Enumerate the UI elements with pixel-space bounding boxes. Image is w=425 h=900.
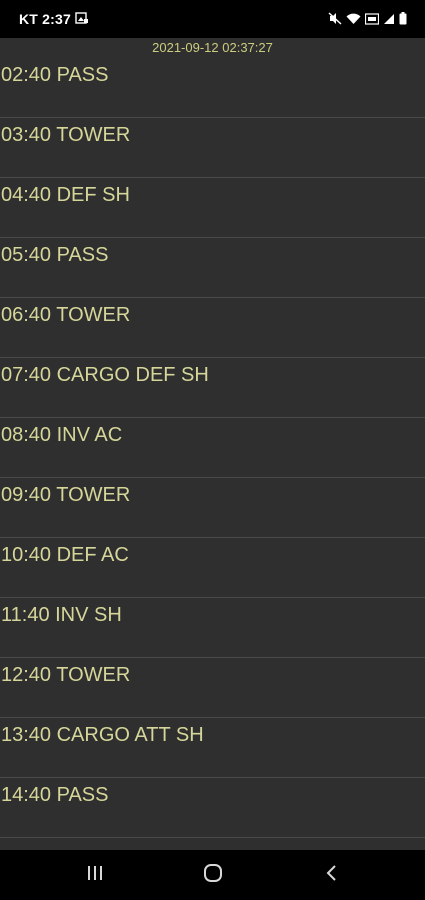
list-item[interactable]: 12:40 TOWER <box>0 658 425 718</box>
list-item[interactable]: 08:40 INV AC <box>0 418 425 478</box>
home-button[interactable] <box>183 850 243 900</box>
list-item-label: 05:40 PASS <box>1 244 109 266</box>
status-icons <box>328 12 407 25</box>
list-item[interactable]: 10:40 DEF AC <box>0 538 425 598</box>
list-item[interactable]: 06:40 TOWER <box>0 298 425 358</box>
lte-icon <box>365 12 379 25</box>
current-timestamp: 2021-09-12 02:37:27 <box>152 40 273 55</box>
list-item-label: 11:40 INV SH <box>1 604 122 626</box>
list-item[interactable]: 04:40 DEF SH <box>0 178 425 238</box>
list-item-label: 09:40 TOWER <box>1 484 131 506</box>
list-item-label: 07:40 CARGO DEF SH <box>1 364 209 386</box>
list-item-label: 12:40 TOWER <box>1 664 131 686</box>
screenshot-icon <box>75 11 89 27</box>
list-item-label: 13:40 CARGO ATT SH <box>1 724 204 746</box>
signal-icon <box>383 13 395 25</box>
navigation-bar <box>0 850 425 900</box>
list-item-label: 06:40 TOWER <box>1 304 131 326</box>
home-icon <box>203 863 223 888</box>
list-item[interactable]: 05:40 PASS <box>0 238 425 298</box>
list-item-label: 03:40 TOWER <box>1 124 131 146</box>
status-time: KT 2:37 <box>19 11 71 27</box>
list-item-label: 10:40 DEF AC <box>1 544 129 566</box>
list-item[interactable]: 11:40 INV SH <box>0 598 425 658</box>
back-button[interactable] <box>302 850 362 900</box>
recent-apps-icon <box>86 865 104 886</box>
list-item-label: 02:40 PASS <box>1 64 109 86</box>
schedule-screen: 2021-09-12 02:37:27 02:40 PASS 03:40 TOW… <box>0 38 425 850</box>
status-left: KT 2:37 <box>19 11 89 27</box>
list-item[interactable]: 03:40 TOWER <box>0 118 425 178</box>
battery-icon <box>399 12 407 25</box>
schedule-list[interactable]: 02:40 PASS 03:40 TOWER 04:40 DEF SH 05:4… <box>0 58 425 838</box>
list-item-label: 08:40 INV AC <box>1 424 123 446</box>
list-item[interactable]: 02:40 PASS <box>0 58 425 118</box>
list-item[interactable]: 07:40 CARGO DEF SH <box>0 358 425 418</box>
mute-icon <box>328 12 342 25</box>
list-item[interactable]: 13:40 CARGO ATT SH <box>0 718 425 778</box>
list-item-label: 04:40 DEF SH <box>1 184 130 206</box>
list-item[interactable]: 14:40 PASS <box>0 778 425 838</box>
list-item-label: 14:40 PASS <box>1 784 109 806</box>
list-item[interactable]: 09:40 TOWER <box>0 478 425 538</box>
recent-apps-button[interactable] <box>65 850 125 900</box>
status-bar: KT 2:37 <box>0 0 425 38</box>
wifi-icon <box>346 13 361 25</box>
back-icon <box>325 864 339 887</box>
